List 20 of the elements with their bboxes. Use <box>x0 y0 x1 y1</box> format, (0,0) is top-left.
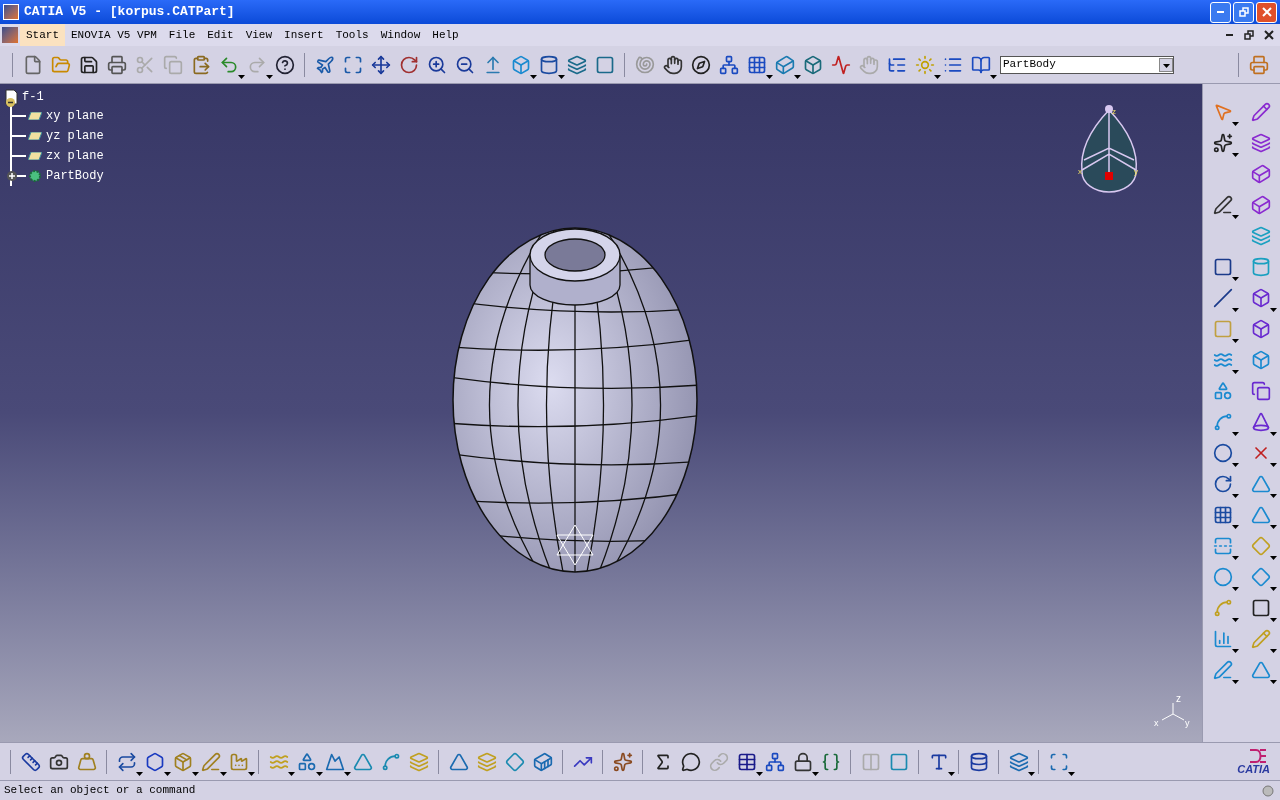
tree-root-label[interactable]: f-1 <box>22 88 44 106</box>
tree-item-label[interactable]: yz plane <box>46 127 104 145</box>
window-title: CATIA V5 - [korpus.CATPart] <box>24 3 235 22</box>
menu-item[interactable]: View <box>239 24 279 46</box>
menu-item[interactable]: File <box>162 24 202 46</box>
catia-logo: CATIA <box>1237 748 1274 775</box>
menu-item[interactable]: Insert <box>278 24 330 46</box>
status-message: Select an object or a command <box>4 783 196 799</box>
3d-viewport[interactable]: f-1 xy plane yz plane zx plane PartBody z x y z x y <box>0 84 1202 742</box>
menu-item[interactable]: Tools <box>329 24 375 46</box>
menu-item[interactable]: ENOVIA V5 VPM <box>65 24 163 46</box>
tree-item-label[interactable]: PartBody <box>46 167 104 185</box>
menu-item[interactable]: Start <box>20 24 65 46</box>
tree-item-label[interactable]: xy plane <box>46 107 104 125</box>
menu-item[interactable]: Edit <box>201 24 240 46</box>
menu-item[interactable]: Window <box>374 24 427 46</box>
body-selector-field[interactable]: PartBody <box>1000 55 1174 74</box>
axis-triad-drawing: z x y <box>1154 694 1196 730</box>
menu-item[interactable]: Help <box>426 24 465 46</box>
tree-item-label[interactable]: zx plane <box>46 147 104 165</box>
